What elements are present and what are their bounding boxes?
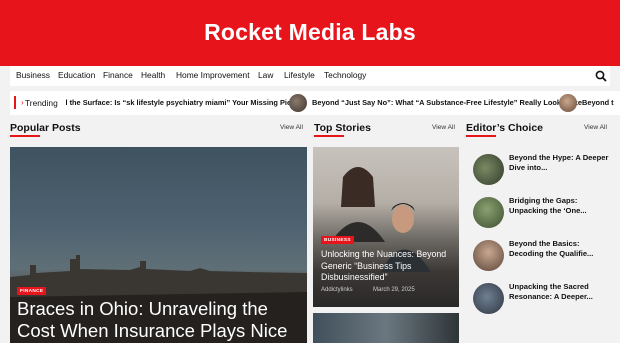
trending-bar: › Trending d the Surface: Is “sk lifesty…	[10, 91, 620, 115]
trending-label-box: › Trending	[10, 91, 66, 115]
category-tag[interactable]: BUSINESS	[321, 236, 354, 244]
nav-item-health[interactable]: Health	[141, 70, 165, 80]
editors-thumb[interactable]	[473, 240, 504, 271]
trending-thumb[interactable]	[559, 94, 577, 112]
nav-item-technology[interactable]: Technology	[324, 70, 366, 80]
editors-title[interactable]: Unpacking the Sacred Resonance: A Deeper…	[509, 282, 613, 302]
editors-thumb[interactable]	[473, 283, 504, 314]
search-icon[interactable]	[595, 70, 607, 82]
section-underline	[314, 135, 344, 137]
editors-title[interactable]: Beyond the Basics: Decoding the Qualifie…	[509, 239, 613, 259]
nav-item-home-improvement[interactable]: Home Improvement	[176, 70, 250, 80]
trending-accent	[14, 96, 16, 109]
post-date: March 29, 2025	[373, 287, 415, 293]
nav-item-education[interactable]: Education	[58, 70, 95, 80]
editors-item[interactable]: Bridging the Gaps: Unpacking the ‘One...	[471, 190, 616, 234]
nav-item-lifestyle[interactable]: Lifestyle	[284, 70, 315, 80]
section-title-top: Top Stories	[314, 122, 371, 134]
trending-thumb[interactable]	[289, 94, 307, 112]
editors-item[interactable]: Beyond the Basics: Decoding the Qualifie…	[471, 233, 616, 277]
trending-item[interactable]: d the Surface: Is “sk lifestyle psychiat…	[63, 98, 304, 107]
trending-item[interactable]: Beyond “Just Say No”: What “A Substance-…	[312, 98, 582, 107]
site-title[interactable]: Rocket Media Labs	[0, 19, 620, 46]
editors-item[interactable]: Unpacking the Sacred Resonance: A Deeper…	[471, 276, 616, 320]
section-underline	[466, 135, 496, 137]
chevron-right-icon: ›	[21, 98, 24, 107]
nav-item-finance[interactable]: Finance	[103, 70, 133, 80]
author-name[interactable]: Addictylinks	[321, 287, 353, 293]
view-all-editors-link[interactable]: View All	[584, 124, 607, 131]
nav-item-business[interactable]: Business	[16, 70, 50, 80]
main-nav: Business Education Finance Health Home I…	[10, 66, 610, 86]
editors-thumb[interactable]	[473, 197, 504, 228]
section-title-popular: Popular Posts	[10, 122, 81, 134]
trending-label: Trending	[25, 98, 58, 108]
category-tag[interactable]: FINANCE	[17, 287, 47, 295]
site-header: Rocket Media Labs	[0, 0, 620, 66]
editors-title[interactable]: Bridging the Gaps: Unpacking the ‘One...	[509, 196, 613, 216]
section-underline	[10, 135, 40, 137]
nav-item-law[interactable]: Law	[258, 70, 273, 80]
editors-title[interactable]: Beyond the Hype: A Deeper Dive into...	[509, 153, 613, 173]
view-all-top-link[interactable]: View All	[432, 124, 455, 131]
popular-main-headline[interactable]: Braces in Ohio: Unraveling the Cost When…	[17, 298, 307, 342]
top-story-card-2[interactable]	[313, 313, 459, 343]
editors-thumb[interactable]	[473, 154, 504, 185]
trending-item[interactable]: Beyond t	[582, 98, 614, 107]
section-title-editors: Editor’s Choice	[466, 122, 544, 134]
top-story-headline[interactable]: Unlocking the Nuances: Beyond Generic “B…	[321, 249, 453, 284]
top-story-card[interactable]: BUSINESS Unlocking the Nuances: Beyond G…	[313, 147, 459, 307]
editors-item[interactable]: Beyond the Hype: A Deeper Dive into...	[471, 147, 616, 191]
view-all-popular-link[interactable]: View All	[280, 124, 303, 131]
